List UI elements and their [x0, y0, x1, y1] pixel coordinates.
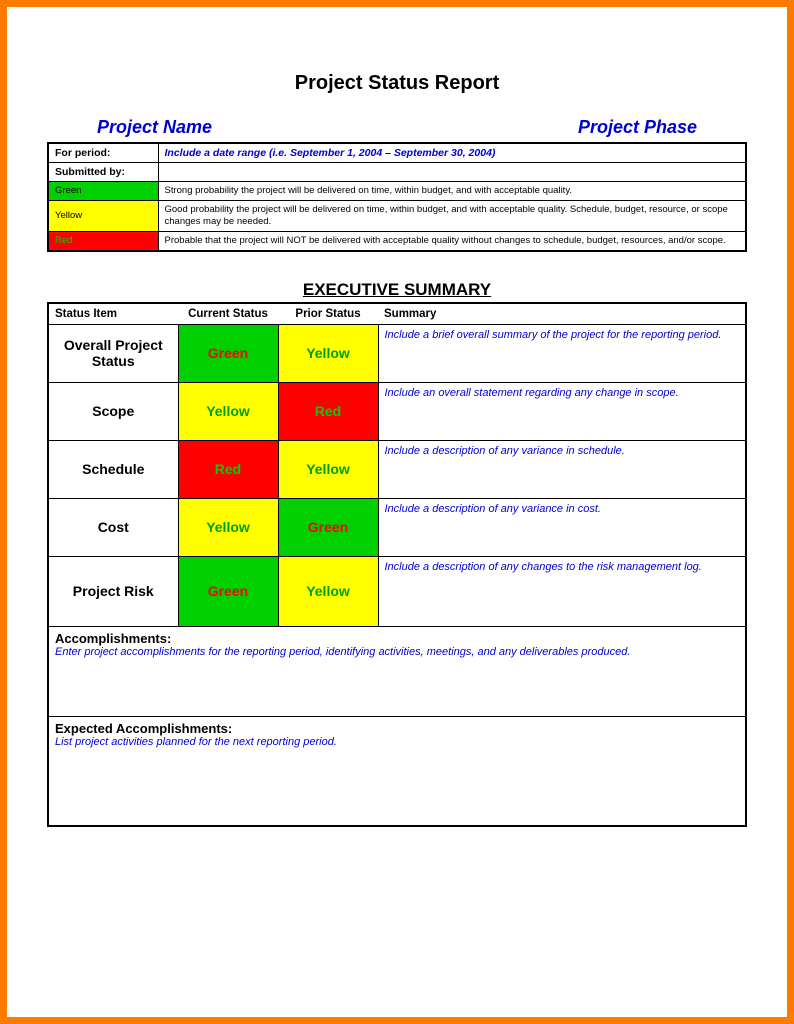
col-status-item: Status Item — [48, 303, 178, 325]
col-prior: Prior Status — [278, 303, 378, 325]
executive-summary-table: Status Item Current Status Prior Status … — [47, 302, 747, 828]
prior-status-cell: Yellow — [278, 440, 378, 498]
period-label: For period: — [48, 143, 158, 163]
row-summary: Include a description of any variance in… — [378, 498, 746, 556]
table-row: Overall Project Status Green Yellow Incl… — [48, 324, 746, 382]
legend-green-desc: Strong probability the project will be d… — [158, 182, 746, 201]
row-summary: Include a description of any variance in… — [378, 440, 746, 498]
submitted-value — [158, 163, 746, 182]
row-item: Scope — [48, 382, 178, 440]
current-status-cell: Red — [178, 440, 278, 498]
current-status-cell: Green — [178, 324, 278, 382]
table-row: Schedule Red Yellow Include a descriptio… — [48, 440, 746, 498]
current-status-cell: Yellow — [178, 498, 278, 556]
legend-red: Red — [48, 231, 158, 250]
row-summary: Include a description of any changes to … — [378, 556, 746, 626]
accomplishments-label: Accomplishments: — [55, 631, 171, 646]
prior-status-cell: Green — [278, 498, 378, 556]
accomplishments-text: Enter project accomplishments for the re… — [55, 646, 739, 658]
table-row: Cost Yellow Green Include a description … — [48, 498, 746, 556]
current-status-cell: Green — [178, 556, 278, 626]
prior-status-cell: Red — [278, 382, 378, 440]
table-header-row: Status Item Current Status Prior Status … — [48, 303, 746, 325]
executive-summary-title: EXECUTIVE SUMMARY — [47, 280, 747, 300]
project-phase-label: Project Phase — [578, 117, 697, 138]
period-value: Include a date range (i.e. September 1, … — [158, 143, 746, 163]
current-status-cell: Yellow — [178, 382, 278, 440]
expected-accomplishments-section: Expected Accomplishments: List project a… — [48, 716, 746, 826]
expected-label: Expected Accomplishments: — [55, 721, 232, 736]
submitted-label: Submitted by: — [48, 163, 158, 182]
accomplishments-section: Accomplishments: Enter project accomplis… — [48, 626, 746, 716]
table-row: Project Risk Green Yellow Include a desc… — [48, 556, 746, 626]
row-item: Overall Project Status — [48, 324, 178, 382]
header-row: Project Name Project Phase — [47, 117, 747, 142]
row-summary: Include an overall statement regarding a… — [378, 382, 746, 440]
row-item: Cost — [48, 498, 178, 556]
row-item: Project Risk — [48, 556, 178, 626]
info-table: For period: Include a date range (i.e. S… — [47, 142, 747, 252]
row-item: Schedule — [48, 440, 178, 498]
project-name-label: Project Name — [97, 117, 212, 138]
legend-red-desc: Probable that the project will NOT be de… — [158, 231, 746, 250]
expected-text: List project activities planned for the … — [55, 736, 739, 748]
page-title: Project Status Report — [47, 72, 747, 95]
legend-green: Green — [48, 182, 158, 201]
col-summary: Summary — [378, 303, 746, 325]
prior-status-cell: Yellow — [278, 556, 378, 626]
legend-yellow: Yellow — [48, 200, 158, 231]
prior-status-cell: Yellow — [278, 324, 378, 382]
legend-yellow-desc: Good probability the project will be del… — [158, 200, 746, 231]
col-current: Current Status — [178, 303, 278, 325]
table-row: Scope Yellow Red Include an overall stat… — [48, 382, 746, 440]
row-summary: Include a brief overall summary of the p… — [378, 324, 746, 382]
